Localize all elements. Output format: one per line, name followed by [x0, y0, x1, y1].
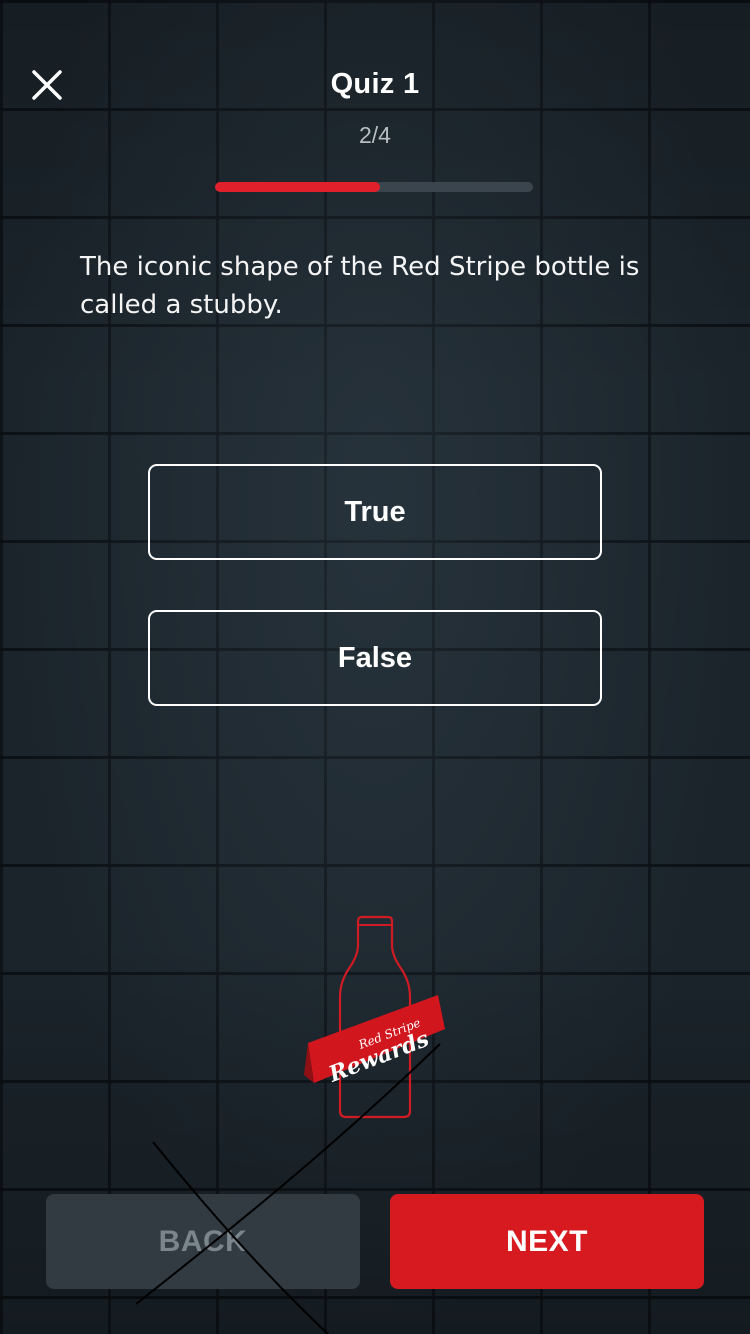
progress-bar: [215, 182, 533, 192]
red-stripe-rewards-logo: Red Stripe Rewards: [300, 915, 450, 1125]
quiz-title: Quiz 1: [330, 68, 420, 100]
next-button[interactable]: NEXT: [390, 1194, 704, 1289]
answer-true-button[interactable]: True: [148, 464, 602, 560]
answer-false-label: False: [337, 641, 413, 674]
progress-counter: 2/4: [359, 122, 391, 148]
answer-true-label: True: [344, 495, 406, 528]
progress-bar-fill: [215, 182, 381, 192]
back-button-label: BACK: [158, 1224, 248, 1258]
back-button[interactable]: BACK: [46, 1194, 360, 1289]
answer-false-button[interactable]: False: [148, 610, 602, 706]
question-text: The iconic shape of the Red Stripe bottl…: [80, 252, 640, 320]
next-button-label: NEXT: [505, 1224, 588, 1258]
